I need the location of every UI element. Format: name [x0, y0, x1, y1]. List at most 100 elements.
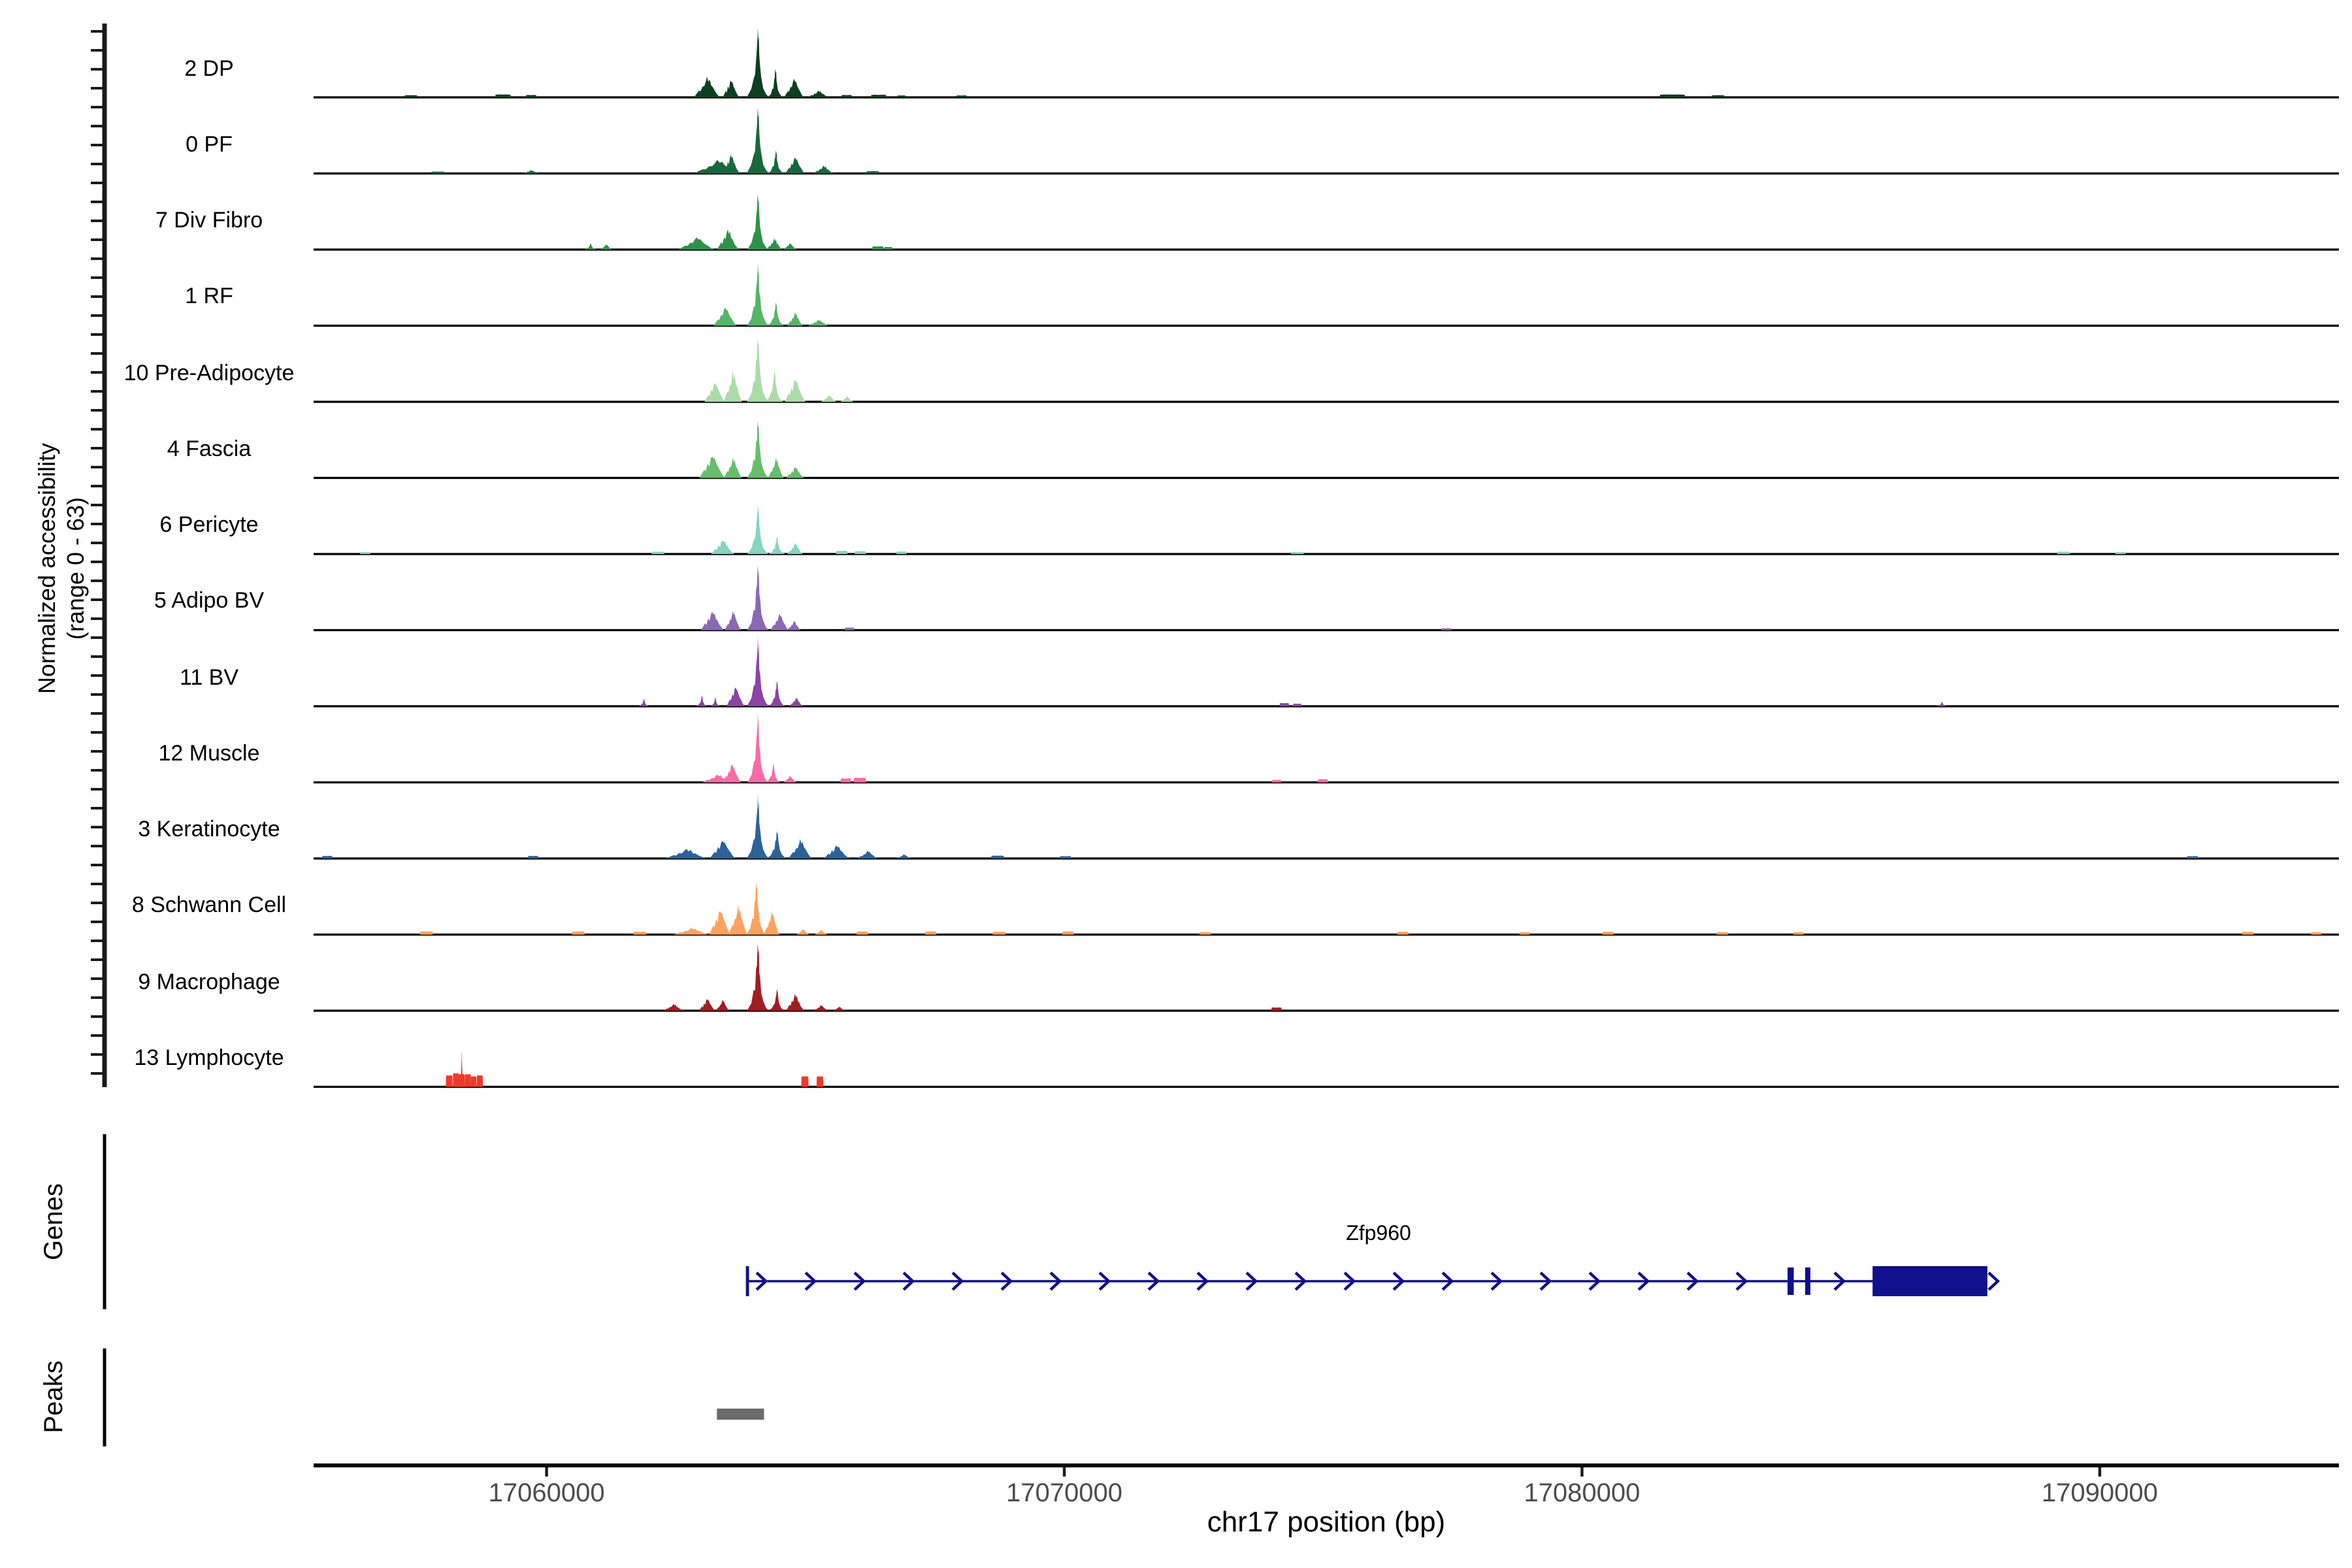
track-signal [528, 856, 538, 858]
track-signal [1060, 856, 1071, 858]
track-signal [956, 95, 967, 97]
track-signal [522, 171, 540, 174]
track-signal [813, 165, 834, 173]
track-signal [696, 695, 708, 706]
x-tick-label: 17080000 [1464, 1479, 1699, 1509]
track-signal [723, 80, 739, 97]
track-signal [465, 1074, 470, 1087]
track-signal [747, 711, 768, 782]
track-signal [884, 247, 892, 250]
track-signal [747, 565, 768, 630]
track-signal [724, 457, 742, 478]
track-signal [1200, 932, 1211, 935]
track-signal [651, 551, 664, 554]
track-signal [836, 551, 847, 554]
track-signal [699, 999, 715, 1011]
track-signal [925, 932, 936, 935]
track-signal [495, 95, 511, 97]
track-signal [854, 777, 866, 782]
track-label: 12 Muscle [26, 740, 392, 768]
track-signal [710, 841, 736, 858]
gene-start-mark [746, 1266, 749, 1296]
track-signal [747, 636, 768, 706]
track-signal [789, 839, 812, 858]
track-signal [813, 1005, 829, 1011]
track-signal [713, 308, 737, 326]
track-signal [817, 1076, 823, 1086]
track-signal [896, 551, 907, 554]
track-signal [765, 368, 783, 402]
track-signal [453, 1073, 459, 1086]
track-signal [783, 244, 797, 250]
track-signal [663, 1004, 684, 1011]
track-signal [322, 856, 333, 858]
track-signal [787, 621, 801, 630]
track-signal [1318, 779, 1328, 783]
track-signal [1441, 629, 1452, 630]
track-signal [600, 244, 612, 250]
track-signal [769, 537, 785, 554]
track-signal [1716, 932, 1728, 935]
track-signal [477, 1075, 483, 1087]
track-signal [770, 614, 789, 630]
gene-direction-arrow [1989, 1273, 1998, 1290]
track-signal [768, 150, 784, 174]
track-signal [747, 944, 768, 1011]
track-signal [360, 552, 370, 554]
track-signal [796, 929, 809, 934]
track-signal [787, 543, 803, 554]
track-signal [808, 91, 829, 97]
track-signal [1062, 932, 1073, 935]
track-signal [694, 76, 720, 97]
gene-name-label: Zfp960 [1261, 1223, 1496, 1247]
track-signal [679, 237, 715, 250]
track-signal [764, 911, 779, 934]
called-peak-bar [717, 1409, 764, 1420]
track-signal [768, 69, 783, 97]
track-label: 6 Pericyte [26, 511, 392, 540]
genome-browser-figure: Normalized accessibility (range 0 - 63) … [0, 0, 2352, 1568]
track-signal [747, 794, 769, 858]
x-tick-label: 17060000 [429, 1479, 664, 1509]
track-signal [2242, 932, 2253, 935]
track-signal [666, 849, 707, 858]
track-signal [801, 1076, 808, 1086]
y-axis-title-line1: Normalized accessibility [33, 443, 61, 694]
track-signal [1272, 780, 1281, 783]
track-signal [991, 856, 1004, 858]
track-signal [1602, 932, 1613, 935]
track-signal [789, 697, 803, 706]
track-signal [1520, 932, 1530, 935]
track-signal [841, 778, 851, 782]
track-signal [700, 612, 724, 630]
track-signal [711, 541, 734, 554]
track-label: 3 Keratinocyte [26, 815, 392, 844]
track-signal [2115, 552, 2126, 554]
track-signal [747, 262, 768, 326]
track-signal [769, 681, 785, 706]
track-signal [845, 628, 854, 630]
track-signal [872, 246, 883, 250]
track-signal [747, 503, 768, 554]
track-signal [786, 994, 804, 1011]
track-signal [704, 384, 725, 402]
track-signal [785, 380, 806, 402]
track-signal [1397, 932, 1409, 935]
track-signal [746, 884, 766, 935]
track-signal [992, 932, 1005, 935]
track-signal [824, 846, 850, 858]
track-signal [638, 698, 649, 706]
track-label: 13 Lymphocyte [26, 1044, 392, 1073]
track-signal [855, 551, 866, 554]
track-signal [821, 395, 837, 402]
track-signal [446, 1075, 452, 1087]
track-signal [768, 457, 784, 478]
track-label: 7 Div Fibro [26, 206, 392, 235]
track-signal [898, 95, 906, 97]
genes-section-label: Genes [40, 1183, 70, 1260]
track-signal [747, 195, 768, 250]
track-signal [2311, 932, 2321, 935]
track-signal [747, 27, 768, 97]
track-signal [866, 171, 879, 174]
y-axis-title: Normalized accessibility (range 0 - 63) [33, 443, 90, 694]
